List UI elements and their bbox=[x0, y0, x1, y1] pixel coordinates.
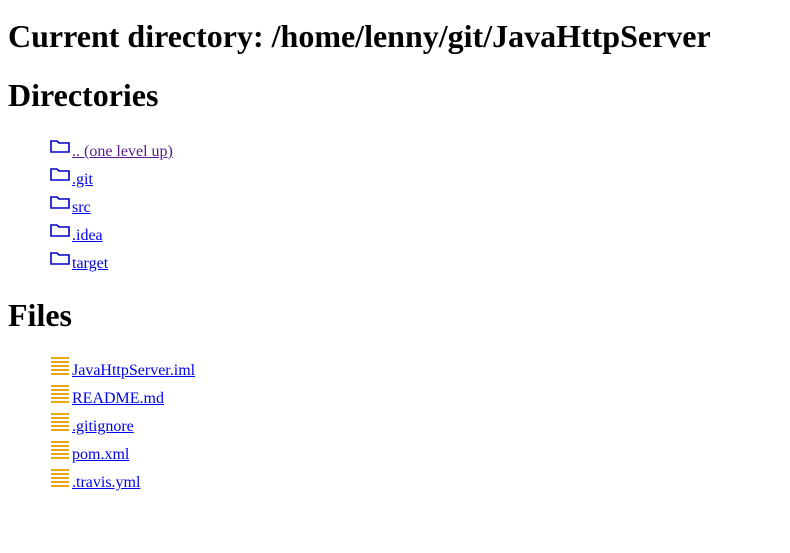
file-icon bbox=[51, 441, 69, 459]
file-link-gitignore[interactable]: .gitignore bbox=[72, 419, 134, 435]
directory-link-idea[interactable]: .idea bbox=[72, 228, 103, 244]
file-link-travis[interactable]: .travis.yml bbox=[72, 475, 140, 491]
files-heading: Files bbox=[8, 297, 72, 333]
directory-link-git[interactable]: .git bbox=[72, 172, 93, 188]
page-title: Current directory: /home/lenny/git/JavaH… bbox=[8, 18, 711, 54]
folder-icon bbox=[50, 140, 70, 153]
directory-link-parent[interactable]: .. (one level up) bbox=[72, 144, 173, 160]
file-link-pom[interactable]: pom.xml bbox=[72, 447, 129, 463]
file-icon bbox=[51, 357, 69, 375]
directories-heading: Directories bbox=[8, 77, 159, 113]
folder-icon bbox=[50, 252, 70, 265]
file-icon bbox=[51, 385, 69, 403]
file-icon bbox=[51, 413, 69, 431]
file-link-readme[interactable]: README.md bbox=[72, 391, 164, 407]
folder-icon bbox=[50, 224, 70, 237]
directory-link-target[interactable]: target bbox=[72, 256, 108, 272]
folder-icon bbox=[50, 196, 70, 209]
directory-link-src[interactable]: src bbox=[72, 200, 91, 216]
folder-icon bbox=[50, 168, 70, 181]
file-link-iml[interactable]: JavaHttpServer.iml bbox=[72, 363, 195, 379]
file-icon bbox=[51, 469, 69, 487]
